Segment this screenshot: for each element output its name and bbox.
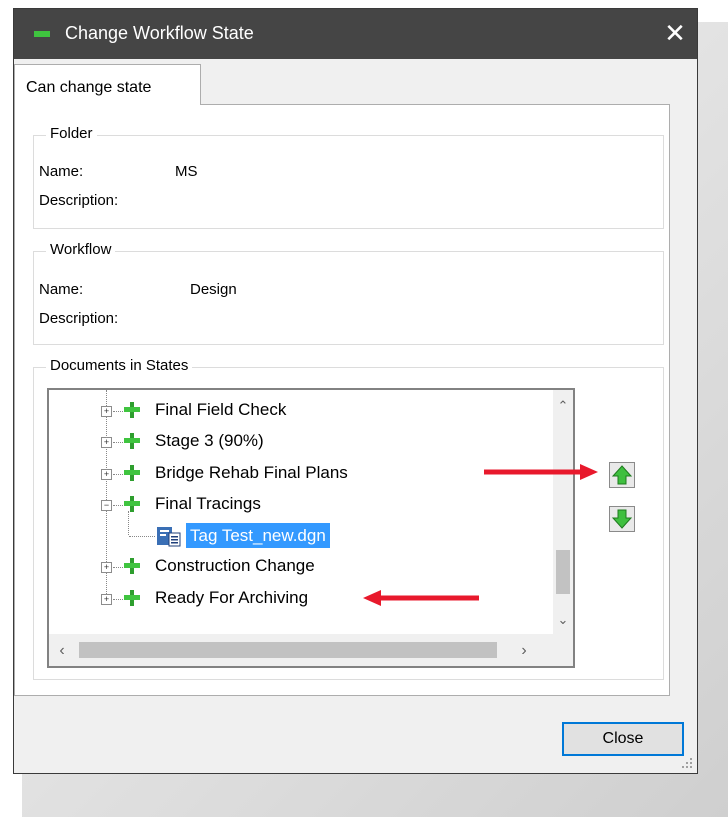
folder-name-value: MS: [175, 163, 198, 180]
expand-icon[interactable]: +: [101, 594, 112, 605]
tree-node-label: Final Tracings: [155, 494, 261, 513]
scroll-down-icon[interactable]: ⌄: [553, 612, 573, 628]
tree-line: [113, 505, 123, 506]
scroll-right-icon[interactable]: ›: [517, 642, 531, 660]
state-tree[interactable]: + Final Field Check + Stage 3 (90%) + Br…: [47, 388, 575, 668]
workflow-state-icon: [124, 496, 140, 512]
tree-line: [113, 567, 123, 568]
folder-group: Folder: [33, 125, 664, 229]
annotation-arrow-archiving: [363, 590, 479, 606]
dgn-document-icon: [157, 527, 181, 547]
collapse-icon[interactable]: −: [101, 500, 112, 511]
horizontal-scrollbar[interactable]: ‹ ›: [49, 634, 553, 666]
tree-node-label: Bridge Rehab Final Plans: [155, 463, 348, 482]
scroll-up-icon[interactable]: ⌃: [553, 398, 573, 414]
app-icon: [34, 31, 50, 37]
folder-name-label: Name:: [39, 163, 84, 180]
workflow-group-title: Workflow: [46, 241, 116, 258]
green-down-arrow-icon: [611, 509, 633, 529]
tree-line: [113, 474, 123, 475]
tree-node-final-field-check[interactable]: + Final Field Check: [49, 397, 529, 425]
horizontal-scroll-thumb[interactable]: [79, 642, 497, 658]
workflow-group: Workflow: [33, 241, 664, 345]
expand-icon[interactable]: +: [101, 469, 112, 480]
vertical-scrollbar[interactable]: ⌃ ⌄: [553, 390, 573, 636]
tree-line: [113, 442, 123, 443]
tree-node-construction-change[interactable]: + Construction Change: [49, 553, 529, 581]
tree-node-label: Final Field Check: [155, 400, 287, 419]
workflow-state-icon: [124, 433, 140, 449]
tree-line: [113, 599, 123, 600]
scrollbar-corner: [553, 634, 573, 666]
tree-node-label: Ready For Archiving: [155, 588, 309, 607]
title-bar[interactable]: Change Workflow State ✕: [14, 9, 697, 59]
tree-node-document[interactable]: Tag Test_new.dgn: [49, 522, 529, 550]
selected-document-label: Tag Test_new.dgn: [186, 523, 330, 548]
tree-node-label: Stage 3 (90%): [155, 431, 264, 450]
window-title: Change Workflow State: [65, 23, 254, 43]
expand-icon[interactable]: +: [101, 406, 112, 417]
expand-icon[interactable]: +: [101, 437, 112, 448]
workflow-state-icon: [124, 465, 140, 481]
documents-group-title: Documents in States: [46, 357, 193, 374]
workflow-state-icon: [124, 402, 140, 418]
tree-line: [129, 536, 155, 537]
tree-node-bridge-rehab-final-plans[interactable]: + Bridge Rehab Final Plans: [49, 460, 529, 488]
tree-node-final-tracings[interactable]: − Final Tracings: [49, 491, 529, 519]
workflow-name-value: Design: [190, 281, 237, 298]
expand-icon[interactable]: +: [101, 562, 112, 573]
move-up-button[interactable]: [609, 462, 635, 488]
workflow-state-icon: [124, 590, 140, 606]
folder-description-label: Description:: [39, 192, 119, 209]
workflow-name-label: Name:: [39, 281, 84, 298]
tree-node-stage-3[interactable]: + Stage 3 (90%): [49, 428, 529, 456]
workflow-description-label: Description:: [39, 310, 119, 327]
resize-grip-icon[interactable]: [682, 758, 692, 768]
workflow-state-icon: [124, 558, 140, 574]
tab-can-change-state[interactable]: Can change state: [14, 64, 201, 105]
tree-line: [113, 411, 123, 412]
move-down-button[interactable]: [609, 506, 635, 532]
close-button[interactable]: Close: [562, 722, 684, 756]
folder-group-title: Folder: [46, 125, 97, 142]
close-window-icon[interactable]: ✕: [659, 17, 691, 49]
vertical-scroll-thumb[interactable]: [556, 550, 570, 594]
annotation-arrow-up-button: [484, 464, 598, 480]
tree-node-label: Construction Change: [155, 556, 315, 575]
scroll-left-icon[interactable]: ‹: [55, 642, 69, 660]
green-up-arrow-icon: [611, 465, 633, 485]
